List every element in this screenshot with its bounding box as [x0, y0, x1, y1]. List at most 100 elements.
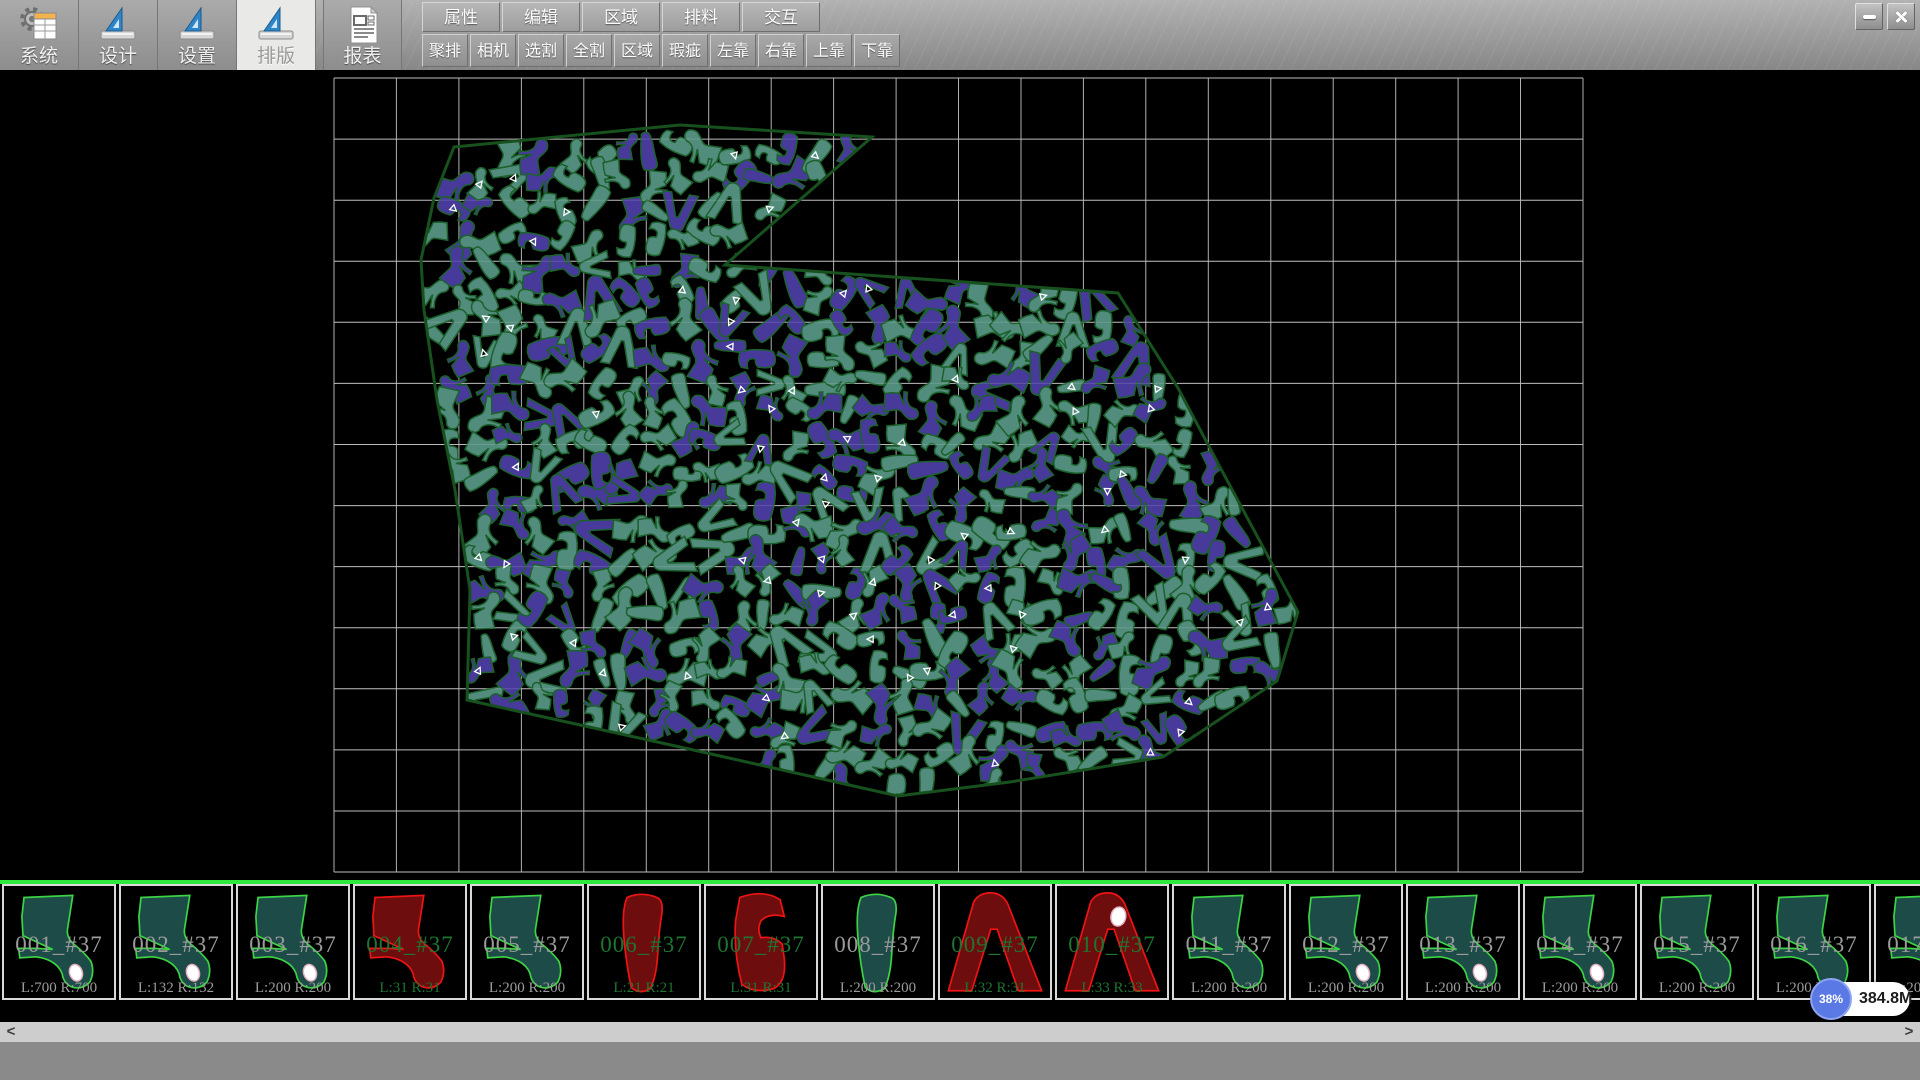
- nested-piece[interactable]: [868, 650, 889, 684]
- tool-button-cluster-nest[interactable]: 聚排: [422, 34, 468, 67]
- nested-piece[interactable]: [691, 687, 721, 712]
- tool-button-region[interactable]: 区域: [614, 34, 660, 67]
- piece-id-label: 007_#37: [706, 932, 816, 958]
- nested-piece[interactable]: [716, 655, 748, 682]
- piece-thumbnail-010_#37[interactable]: 010_#37L:33 R:33: [1055, 884, 1169, 1000]
- tool-button-align-top[interactable]: 上靠: [806, 34, 852, 67]
- nested-piece[interactable]: [1171, 427, 1195, 459]
- app-button-design[interactable]: 设计: [79, 0, 158, 70]
- nested-piece[interactable]: [1167, 456, 1190, 485]
- window-controls: [1855, 3, 1915, 30]
- nested-piece[interactable]: [976, 489, 1006, 515]
- nesting-canvas[interactable]: [0, 70, 1920, 880]
- minimize-button[interactable]: [1855, 3, 1883, 30]
- piece-id-label: 015_#37: [1642, 932, 1752, 958]
- tool-button-cut-all[interactable]: 全割: [566, 34, 612, 67]
- nested-piece[interactable]: [714, 339, 746, 352]
- piece-thumbnail-003_#37[interactable]: 003_#37L:200 R:200: [236, 884, 350, 1000]
- nested-piece[interactable]: [1085, 689, 1117, 702]
- piece-id-label: 006_#37: [589, 932, 699, 958]
- menu-tab-bar: 属性编辑区域排料交互: [422, 2, 822, 32]
- nested-piece[interactable]: [638, 131, 658, 171]
- nested-piece[interactable]: [414, 221, 447, 248]
- close-button[interactable]: [1887, 3, 1915, 30]
- nested-piece[interactable]: [686, 255, 724, 284]
- nested-piece[interactable]: [616, 133, 638, 160]
- menu-tab-region[interactable]: 区域: [582, 2, 660, 32]
- piece-id-label: 002_#37: [121, 932, 231, 958]
- toolbar: 系统设计设置排版报表 属性编辑区域排料交互 聚排相机选割全割区域瑕疵左靠右靠上靠…: [0, 0, 1920, 71]
- piece-thumbnail-007_#37[interactable]: 007_#37L:31 R:31: [704, 884, 818, 1000]
- nested-piece[interactable]: [517, 231, 551, 252]
- scroll-left-icon[interactable]: <: [0, 1022, 22, 1042]
- tool-button-align-bottom[interactable]: 下靠: [854, 34, 900, 67]
- nested-piece[interactable]: [576, 397, 618, 431]
- nested-piece[interactable]: [1087, 657, 1116, 683]
- app-button-report[interactable]: 报表: [323, 0, 402, 70]
- nested-piece[interactable]: [884, 341, 911, 363]
- nested-piece[interactable]: [1054, 481, 1083, 515]
- nested-piece[interactable]: [1033, 687, 1070, 717]
- menu-tab-edit[interactable]: 编辑: [502, 2, 580, 32]
- piece-thumbnail-001_#37[interactable]: 001_#37L:700 R:700: [2, 884, 116, 1000]
- nested-piece[interactable]: [995, 523, 1026, 541]
- app-button-system[interactable]: 系统: [0, 0, 79, 70]
- nested-piece[interactable]: [1145, 452, 1170, 486]
- nested-piece[interactable]: [1053, 454, 1088, 475]
- nested-piece[interactable]: [528, 191, 557, 215]
- piece-thumbnail-005_#37[interactable]: 005_#37L:200 R:200: [470, 884, 584, 1000]
- piece-thumbnail-011_#37[interactable]: 011_#37L:200 R:200: [1172, 884, 1286, 1000]
- nested-piece[interactable]: [782, 430, 810, 463]
- piece-id-label: 011_#37: [1174, 932, 1284, 958]
- menu-tab-interact[interactable]: 交互: [742, 2, 820, 32]
- piece-thumbnail-004_#37[interactable]: 004_#37L:31 R:31: [353, 884, 467, 1000]
- nested-piece[interactable]: [645, 221, 668, 257]
- app-button-setup[interactable]: 设置: [158, 0, 237, 70]
- tool-button-select-cut[interactable]: 选割: [518, 34, 564, 67]
- piece-thumbnail-002_#37[interactable]: 002_#37L:132 R:132: [119, 884, 233, 1000]
- piece-thumbnail-009_#37[interactable]: 009_#37L:32 R:31: [938, 884, 1052, 1000]
- nested-piece[interactable]: [1113, 567, 1130, 600]
- app-button-label: 报表: [343, 46, 381, 68]
- tool-button-align-left[interactable]: 左靠: [710, 34, 756, 67]
- nested-piece[interactable]: [856, 630, 885, 647]
- nested-piece[interactable]: [626, 605, 663, 621]
- nested-piece[interactable]: [637, 445, 677, 482]
- nested-piece[interactable]: [884, 391, 919, 419]
- nested-piece[interactable]: [637, 516, 671, 543]
- nested-piece[interactable]: [521, 254, 554, 295]
- nested-piece[interactable]: [738, 349, 775, 370]
- nested-piece[interactable]: [582, 705, 604, 743]
- nested-piece[interactable]: [725, 483, 748, 511]
- nested-piece[interactable]: [551, 568, 577, 599]
- app-button-nesting[interactable]: 排版: [237, 0, 316, 70]
- nested-piece[interactable]: [790, 546, 808, 577]
- piece-thumbnail-015_#37[interactable]: 015_#37L:200 R:200: [1640, 884, 1754, 1000]
- menu-tab-properties[interactable]: 属性: [422, 2, 500, 32]
- nested-piece[interactable]: [608, 422, 642, 457]
- piece-thumbnail-006_#37[interactable]: 006_#37L:21 R:21: [587, 884, 701, 1000]
- tool-button-align-right[interactable]: 右靠: [758, 34, 804, 67]
- nested-piece[interactable]: [753, 481, 777, 522]
- nested-piece[interactable]: [964, 282, 996, 320]
- nested-piece[interactable]: [801, 281, 833, 317]
- nested-piece[interactable]: [756, 599, 769, 630]
- piece-thumbnail-013_#37[interactable]: 013_#37L:200 R:200: [1406, 884, 1520, 1000]
- menu-tab-nest[interactable]: 排料: [662, 2, 740, 32]
- nested-piece[interactable]: [552, 689, 570, 718]
- nested-piece[interactable]: [897, 630, 921, 659]
- nested-piece[interactable]: [623, 651, 669, 693]
- nested-piece[interactable]: [633, 264, 661, 276]
- tool-button-defect[interactable]: 瑕疵: [662, 34, 708, 67]
- piece-lr-counts: L:700 R:700: [4, 980, 114, 997]
- nested-piece[interactable]: [947, 449, 975, 482]
- nested-piece[interactable]: [708, 215, 749, 252]
- piece-thumbnail-008_#37[interactable]: 008_#37L:200 R:200: [821, 884, 935, 1000]
- nested-piece[interactable]: [917, 767, 935, 806]
- scroll-right-icon[interactable]: >: [1898, 1022, 1920, 1042]
- tool-button-camera[interactable]: 相机: [470, 34, 516, 67]
- piece-thumbnail-012_#37[interactable]: 012_#37L:200 R:200: [1289, 884, 1403, 1000]
- piece-thumbnail-014_#37[interactable]: 014_#37L:200 R:200: [1523, 884, 1637, 1000]
- nested-piece[interactable]: [859, 720, 892, 748]
- horizontal-scrollbar[interactable]: < >: [0, 1022, 1920, 1042]
